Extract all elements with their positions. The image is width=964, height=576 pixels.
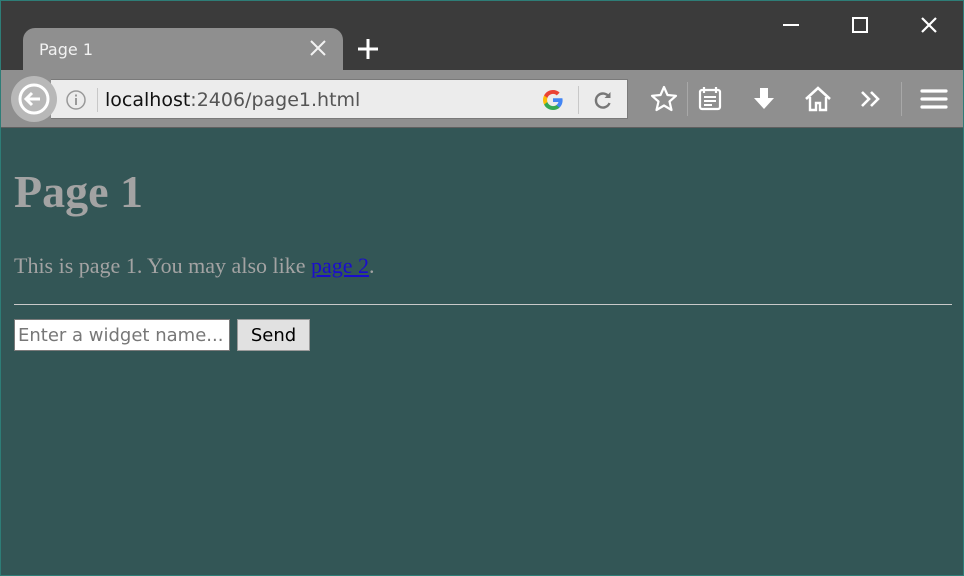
url-host: localhost (105, 89, 191, 111)
horizontal-rule (14, 304, 952, 305)
url-text[interactable]: localhost:2406/page1.html (105, 89, 360, 111)
intro-paragraph: This is page 1. You may also like page 2… (14, 253, 375, 279)
menu-hamburger-icon[interactable] (919, 84, 949, 114)
widget-name-input[interactable] (14, 319, 230, 351)
page-heading: Page 1 (14, 166, 144, 217)
url-separator (578, 86, 579, 114)
tab-close-icon[interactable] (307, 37, 329, 59)
downloads-icon[interactable] (749, 84, 779, 114)
browser-window: Page 1 localhost:2406/page1.html Page 1 … (0, 0, 964, 576)
url-path: :2406/page1.html (190, 89, 361, 111)
reload-icon[interactable] (591, 88, 615, 112)
new-tab-plus-icon[interactable] (353, 34, 383, 64)
reading-list-icon[interactable] (695, 84, 725, 114)
tab-page-1[interactable]: Page 1 (23, 28, 343, 70)
google-search-icon[interactable] (541, 88, 565, 112)
overflow-chevron-icon[interactable] (856, 84, 886, 114)
intro-period: . (369, 253, 375, 278)
toolbar-separator (687, 82, 688, 116)
address-bar[interactable]: localhost:2406/page1.html (51, 79, 628, 119)
back-button[interactable] (11, 76, 57, 122)
send-button[interactable]: Send (237, 319, 310, 351)
intro-text: This is page 1. You may also like (14, 253, 311, 278)
tab-strip: Page 1 (1, 1, 963, 70)
page-2-link[interactable]: page 2 (311, 253, 369, 278)
close-window-icon[interactable] (911, 9, 947, 41)
site-info-icon[interactable] (65, 89, 87, 111)
page-content: Page 1 This is page 1. You may also like… (1, 129, 963, 575)
home-icon[interactable] (803, 84, 833, 114)
navigation-toolbar: localhost:2406/page1.html (1, 70, 963, 128)
bookmark-star-icon[interactable] (649, 84, 679, 114)
maximize-icon[interactable] (842, 9, 878, 41)
toolbar-separator (901, 82, 902, 116)
minimize-icon[interactable] (773, 9, 809, 41)
tab-title: Page 1 (39, 40, 93, 59)
url-separator (97, 88, 98, 112)
